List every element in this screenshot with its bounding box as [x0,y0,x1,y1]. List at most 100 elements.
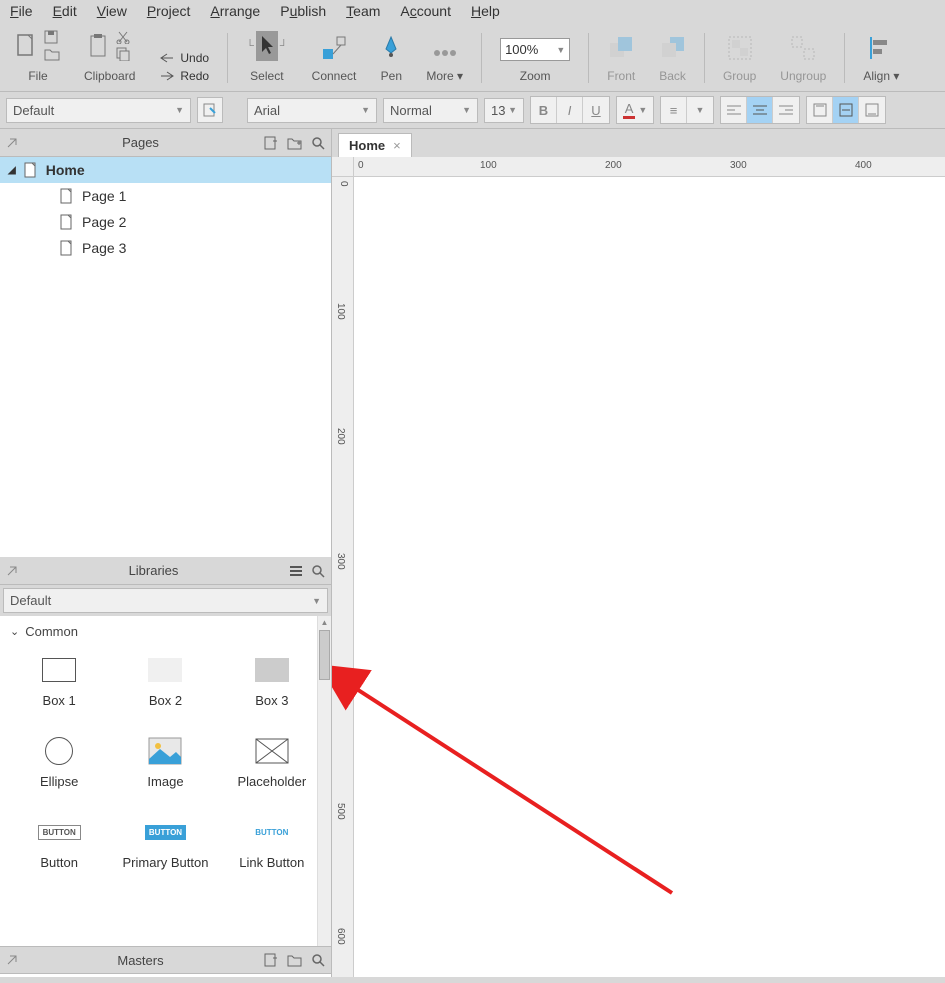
italic-button[interactable]: I [557,97,583,123]
select-icon [258,34,276,58]
ungroup-tool[interactable]: Ungroup [770,35,836,83]
search-icon[interactable] [311,953,325,967]
bold-button[interactable]: B [531,97,557,123]
group-tool[interactable]: Group [713,35,766,83]
connect-icon [321,35,347,61]
text-color-button[interactable]: A▼ [617,97,653,123]
more-icon [432,45,458,61]
align-tool[interactable]: Align ▾ [853,35,909,83]
scrollbar[interactable]: ▲ [317,616,331,946]
connect-tool[interactable]: Connect [302,35,367,83]
tab-bar: Home × [332,129,945,157]
canvas[interactable] [354,177,945,977]
clipboard-label: Clipboard [84,69,135,83]
widget-primary-button[interactable]: BUTTON Primary Button [112,819,218,870]
library-category[interactable]: ⌄ Common [0,616,331,647]
popout-icon[interactable] [6,137,18,149]
page-icon [60,240,74,256]
file-label: File [28,69,47,83]
front-tool[interactable]: Front [597,35,645,83]
copy-icon[interactable] [116,47,132,61]
group-icon [727,35,753,61]
zoom-input[interactable]: 100% ▼ [500,38,570,61]
page-item[interactable]: Page 3 [0,235,331,261]
pen-icon [380,35,402,61]
add-folder-icon[interactable] [287,952,303,968]
page-item-home[interactable]: ◢ Home [0,157,331,183]
add-page-icon[interactable] [263,135,279,151]
page-icon [60,188,74,204]
h-align-group [720,96,800,124]
weight-dropdown[interactable]: Normal▼ [383,98,478,123]
size-dropdown[interactable]: 13▼ [484,98,524,123]
more-format-group: ≡ ▼ [660,96,714,124]
page-icon [24,162,38,178]
text-color-group: A▼ [616,96,654,124]
align-right-button[interactable] [773,97,799,123]
valign-bottom-button[interactable] [859,97,885,123]
page-icon [60,214,74,230]
underline-button[interactable]: U [583,97,609,123]
widget-box2[interactable]: Box 2 [112,657,218,708]
add-master-icon[interactable] [263,952,279,968]
widget-link-button[interactable]: BUTTON Link Button [219,819,325,870]
widget-placeholder[interactable]: Placeholder [219,738,325,789]
masters-panel-header: Masters [0,946,331,974]
scrollbar-thumb[interactable] [319,630,330,680]
popout-icon[interactable] [6,954,18,966]
menu-icon[interactable] [289,564,303,578]
libraries-body: ⌄ Common Box 1 Box 2 Box 3 Elli [0,616,331,946]
canvas-area: Home × 0 100 200 300 400 0 100 200 300 4… [332,129,945,977]
widget-box3[interactable]: Box 3 [219,657,325,708]
ruler-vertical[interactable]: 0 100 200 300 400 500 600 [332,177,354,977]
bullets-more[interactable]: ▼ [687,97,713,123]
undo-button[interactable]: Undo [159,51,209,65]
menu-help[interactable]: Help [471,3,500,19]
menu-edit[interactable]: Edit [53,3,77,19]
new-file-icon[interactable] [16,33,38,59]
menu-file[interactable]: File [10,3,33,19]
zoom-group: 100% ▼ Zoom [490,38,580,83]
widget-ellipse[interactable]: Ellipse [6,738,112,789]
ruler-horizontal[interactable]: 0 100 200 300 400 [354,157,945,177]
widget-image[interactable]: Image [112,738,218,789]
search-icon[interactable] [311,564,325,578]
add-folder-icon[interactable] [287,135,303,151]
pen-tool[interactable]: Pen [370,35,412,83]
paste-style-button[interactable] [197,97,223,123]
menu-view[interactable]: View [97,3,127,19]
search-icon[interactable] [311,136,325,150]
menu-team[interactable]: Team [346,3,380,19]
open-icon[interactable] [44,47,60,61]
font-dropdown[interactable]: Arial▼ [247,98,377,123]
align-center-button[interactable] [747,97,773,123]
widget-box1[interactable]: Box 1 [6,657,112,708]
page-item[interactable]: Page 2 [0,209,331,235]
save-icon[interactable] [44,30,60,44]
widget-button[interactable]: BUTTON Button [6,819,112,870]
menu-account[interactable]: Account [400,3,451,19]
popout-icon[interactable] [6,565,18,577]
menu-project[interactable]: Project [147,3,191,19]
tab-home[interactable]: Home × [338,133,412,157]
left-sidebar: Pages ◢ Home Page 1 Page 2 [0,129,332,977]
redo-button[interactable]: Redo [159,69,209,83]
format-toolbar: Default▼ Arial▼ Normal▼ 13▼ B I U A▼ ≡ ▼ [0,92,945,129]
paste-icon[interactable] [88,33,110,59]
style-dropdown[interactable]: Default▼ [6,98,191,123]
bullets-button[interactable]: ≡ [661,97,687,123]
collapse-icon[interactable]: ◢ [8,165,16,176]
align-left-button[interactable] [721,97,747,123]
menu-publish[interactable]: Publish [280,3,326,19]
back-tool[interactable]: Back [649,35,696,83]
select-tool[interactable]: └ ┘ Select [236,31,298,83]
valign-middle-button[interactable] [833,97,859,123]
menu-arrange[interactable]: Arrange [210,3,260,19]
page-item[interactable]: Page 1 [0,183,331,209]
pages-panel-header: Pages [0,129,331,157]
close-icon[interactable]: × [393,138,401,153]
library-select[interactable]: Default▼ [3,588,328,613]
more-tool[interactable]: More ▾ [416,45,473,83]
valign-top-button[interactable] [807,97,833,123]
cut-icon[interactable] [116,30,132,44]
